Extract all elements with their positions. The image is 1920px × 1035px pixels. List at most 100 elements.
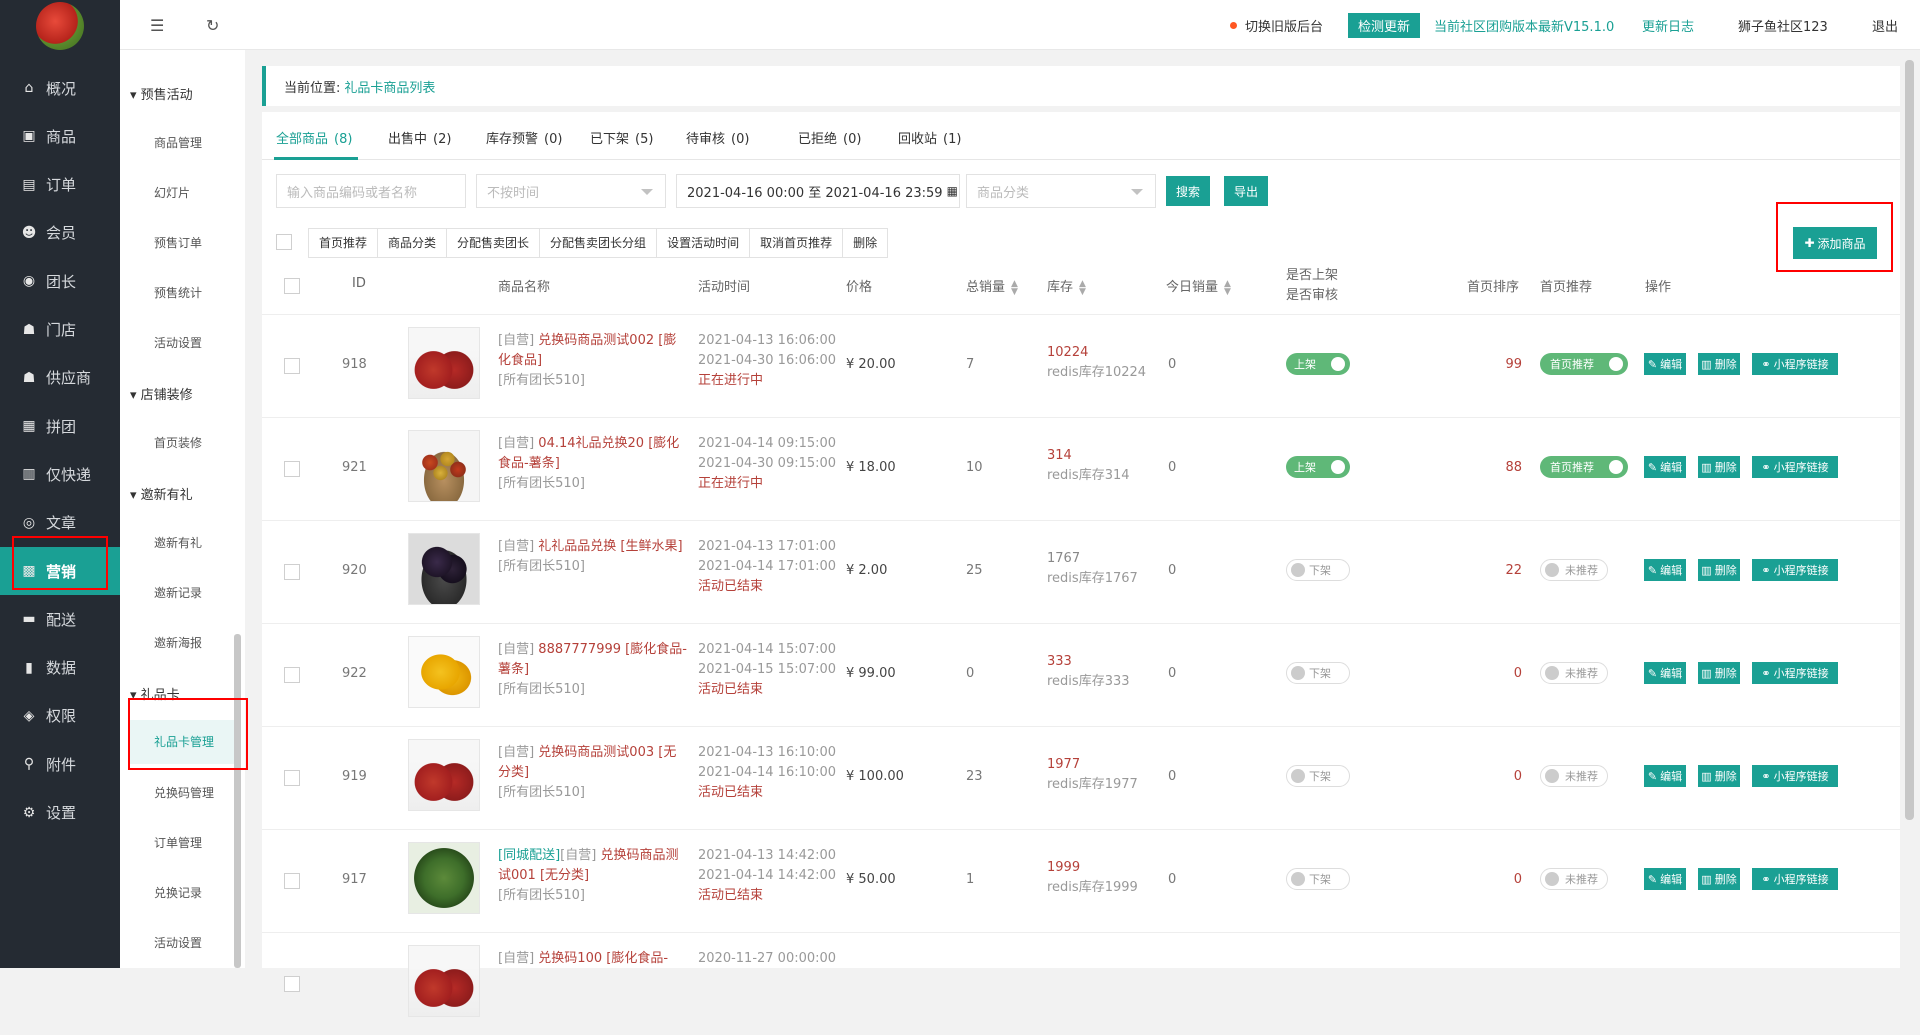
delete-button[interactable]: ▥ 删除 <box>1698 456 1740 478</box>
row-checkbox[interactable] <box>284 564 300 580</box>
time-type-select[interactable]: 不按时间 <box>476 174 666 208</box>
subnav-item[interactable]: 活动设置 <box>154 934 202 951</box>
tab-6[interactable]: 已拒绝 (0) <box>798 128 861 147</box>
logout-link[interactable]: 退出 <box>1872 0 1898 50</box>
product-image[interactable] <box>408 739 480 811</box>
delete-button[interactable]: ▥ 删除 <box>1698 559 1740 581</box>
batch-button[interactable]: 取消首页推荐 <box>750 229 844 257</box>
tab-3[interactable]: 库存预警 (0) <box>486 128 562 147</box>
edit-button[interactable]: ✎ 编辑 <box>1644 662 1686 684</box>
subnav-item[interactable]: 预售统计 <box>154 284 202 301</box>
home-rec-toggle[interactable]: 首页推荐 <box>1540 353 1628 375</box>
subnav-item[interactable]: 兑换码管理 <box>154 784 214 801</box>
category-select[interactable]: 商品分类 <box>966 174 1156 208</box>
edit-button[interactable]: ✎ 编辑 <box>1644 868 1686 890</box>
row-checkbox[interactable] <box>284 976 300 992</box>
sidebar-item-8[interactable]: ▦ 拼团 <box>0 402 120 450</box>
delete-button[interactable]: ▥ 删除 <box>1698 662 1740 684</box>
col-total-sales[interactable]: 总销量 ▲ ▼ <box>966 276 1018 296</box>
product-name[interactable]: [自营] 兑换码商品测试002 [膨化食品] [所有团长510] <box>498 331 688 391</box>
mini-program-link-button[interactable]: ⚭ 小程序链接 <box>1752 765 1838 787</box>
subnav-item[interactable]: 邀新记录 <box>154 584 202 601</box>
search-button[interactable]: 搜索 <box>1166 176 1210 206</box>
subnav-item[interactable]: 商品管理 <box>154 134 202 151</box>
batch-button[interactable]: 删除 <box>843 229 887 257</box>
subnav-group-decor[interactable]: ▾ 店铺装修 <box>130 384 193 403</box>
home-order[interactable]: 0 <box>1482 666 1522 681</box>
onshelf-toggle[interactable]: 下架 <box>1286 868 1350 890</box>
subnav-item[interactable]: 邀新有礼 <box>154 534 202 551</box>
subnav-group-presale[interactable]: ▾ 预售活动 <box>130 84 193 103</box>
home-order[interactable]: 22 <box>1482 563 1522 578</box>
row-checkbox[interactable] <box>284 873 300 889</box>
product-image[interactable] <box>408 636 480 708</box>
row-checkbox[interactable] <box>284 358 300 374</box>
mini-program-link-button[interactable]: ⚭ 小程序链接 <box>1752 868 1838 890</box>
batch-button[interactable]: 设置活动时间 <box>657 229 751 257</box>
keyword-input[interactable]: 输入商品编码或者名称 <box>276 174 466 208</box>
product-image[interactable] <box>408 430 480 502</box>
onshelf-toggle[interactable]: 上架 <box>1286 456 1350 478</box>
changelog-link[interactable]: 更新日志 <box>1642 0 1694 50</box>
sidebar-item-2[interactable]: ▣ 商品 <box>0 112 120 160</box>
home-order[interactable]: 0 <box>1482 769 1522 784</box>
tab-1[interactable]: 全部商品 (8) <box>276 128 352 147</box>
delete-button[interactable]: ▥ 删除 <box>1698 765 1740 787</box>
edit-button[interactable]: ✎ 编辑 <box>1644 353 1686 375</box>
sidebar-item-12[interactable]: ▬ 配送 <box>0 595 120 643</box>
sidebar-item-5[interactable]: ◉ 团长 <box>0 257 120 305</box>
product-name[interactable]: [自营] 8887777999 [膨化食品-薯条] [所有团长510] <box>498 640 688 700</box>
col-stock[interactable]: 库存 ▲ ▼ <box>1047 276 1086 296</box>
subnav-item[interactable]: 首页装修 <box>154 434 202 451</box>
page-scrollbar[interactable] <box>1905 60 1914 820</box>
tab-4[interactable]: 已下架 (5) <box>590 128 653 147</box>
product-image[interactable] <box>408 945 480 1017</box>
add-product-button[interactable]: ✚ 添加商品 <box>1793 227 1877 259</box>
onshelf-toggle[interactable]: 下架 <box>1286 662 1350 684</box>
sort-icon[interactable]: ▲ ▼ <box>1079 279 1086 296</box>
batch-button[interactable]: 分配售卖团长 <box>447 229 541 257</box>
sidebar-item-9[interactable]: ▥ 仅快递 <box>0 450 120 498</box>
row-checkbox[interactable] <box>284 667 300 683</box>
home-rec-toggle[interactable]: 未推荐 <box>1540 559 1608 581</box>
sidebar-item-3[interactable]: ▤ 订单 <box>0 161 120 209</box>
onshelf-toggle[interactable]: 下架 <box>1286 559 1350 581</box>
mini-program-link-button[interactable]: ⚭ 小程序链接 <box>1752 456 1838 478</box>
product-name[interactable]: [同城配送][自营] 兑换码商品测试001 [无分类] [所有团长510] <box>498 846 688 906</box>
sidebar-item-4[interactable]: ☻ 会员 <box>0 209 120 257</box>
switch-old-link[interactable]: 切换旧版后台 <box>1230 0 1323 50</box>
home-order[interactable]: 99 <box>1482 357 1522 372</box>
tab-7[interactable]: 回收站 (1) <box>898 128 961 147</box>
row-checkbox[interactable] <box>284 770 300 786</box>
app-logo[interactable] <box>36 2 84 50</box>
product-image[interactable] <box>408 533 480 605</box>
delete-button[interactable]: ▥ 删除 <box>1698 353 1740 375</box>
sidebar-item-14[interactable]: ◈ 权限 <box>0 692 120 740</box>
home-order[interactable]: 0 <box>1482 872 1522 887</box>
subnav-item[interactable]: 活动设置 <box>154 334 202 351</box>
delete-button[interactable]: ▥ 删除 <box>1698 868 1740 890</box>
product-name[interactable]: [自营] 04.14礼品兑换20 [膨化食品-薯条] [所有团长510] <box>498 434 688 494</box>
batch-button[interactable]: 分配售卖团长分组 <box>540 229 658 257</box>
home-rec-toggle[interactable]: 首页推荐 <box>1540 456 1628 478</box>
onshelf-toggle[interactable]: 下架 <box>1286 765 1350 787</box>
user-name[interactable]: 狮子鱼社区123 <box>1738 0 1828 50</box>
subnav-item[interactable]: 订单管理 <box>154 834 202 851</box>
edit-button[interactable]: ✎ 编辑 <box>1644 456 1686 478</box>
batch-button[interactable]: 商品分类 <box>378 229 448 257</box>
date-range-input[interactable]: 2021-04-16 00:00 至 2021-04-16 23:59 ▦ <box>676 174 960 208</box>
home-order[interactable]: 88 <box>1482 460 1522 475</box>
product-name[interactable]: [自营] 礼礼品品兑换 [生鲜水果] [所有团长510] <box>498 537 688 577</box>
subnav-item[interactable]: 幻灯片 <box>154 184 190 201</box>
onshelf-toggle[interactable]: 上架 <box>1286 353 1350 375</box>
row-checkbox[interactable] <box>284 461 300 477</box>
edit-button[interactable]: ✎ 编辑 <box>1644 559 1686 581</box>
export-button[interactable]: 导出 <box>1224 176 1268 206</box>
sidebar-item-13[interactable]: ▮ 数据 <box>0 644 120 692</box>
product-image[interactable] <box>408 327 480 399</box>
tab-5[interactable]: 待审核 (0) <box>686 128 749 147</box>
refresh-icon[interactable]: ↻ <box>206 0 219 50</box>
sidebar-item-1[interactable]: ⌂ 概况 <box>0 64 120 112</box>
product-name[interactable]: [自营] 兑换码100 [膨化食品- <box>498 949 688 969</box>
mini-program-link-button[interactable]: ⚭ 小程序链接 <box>1752 662 1838 684</box>
